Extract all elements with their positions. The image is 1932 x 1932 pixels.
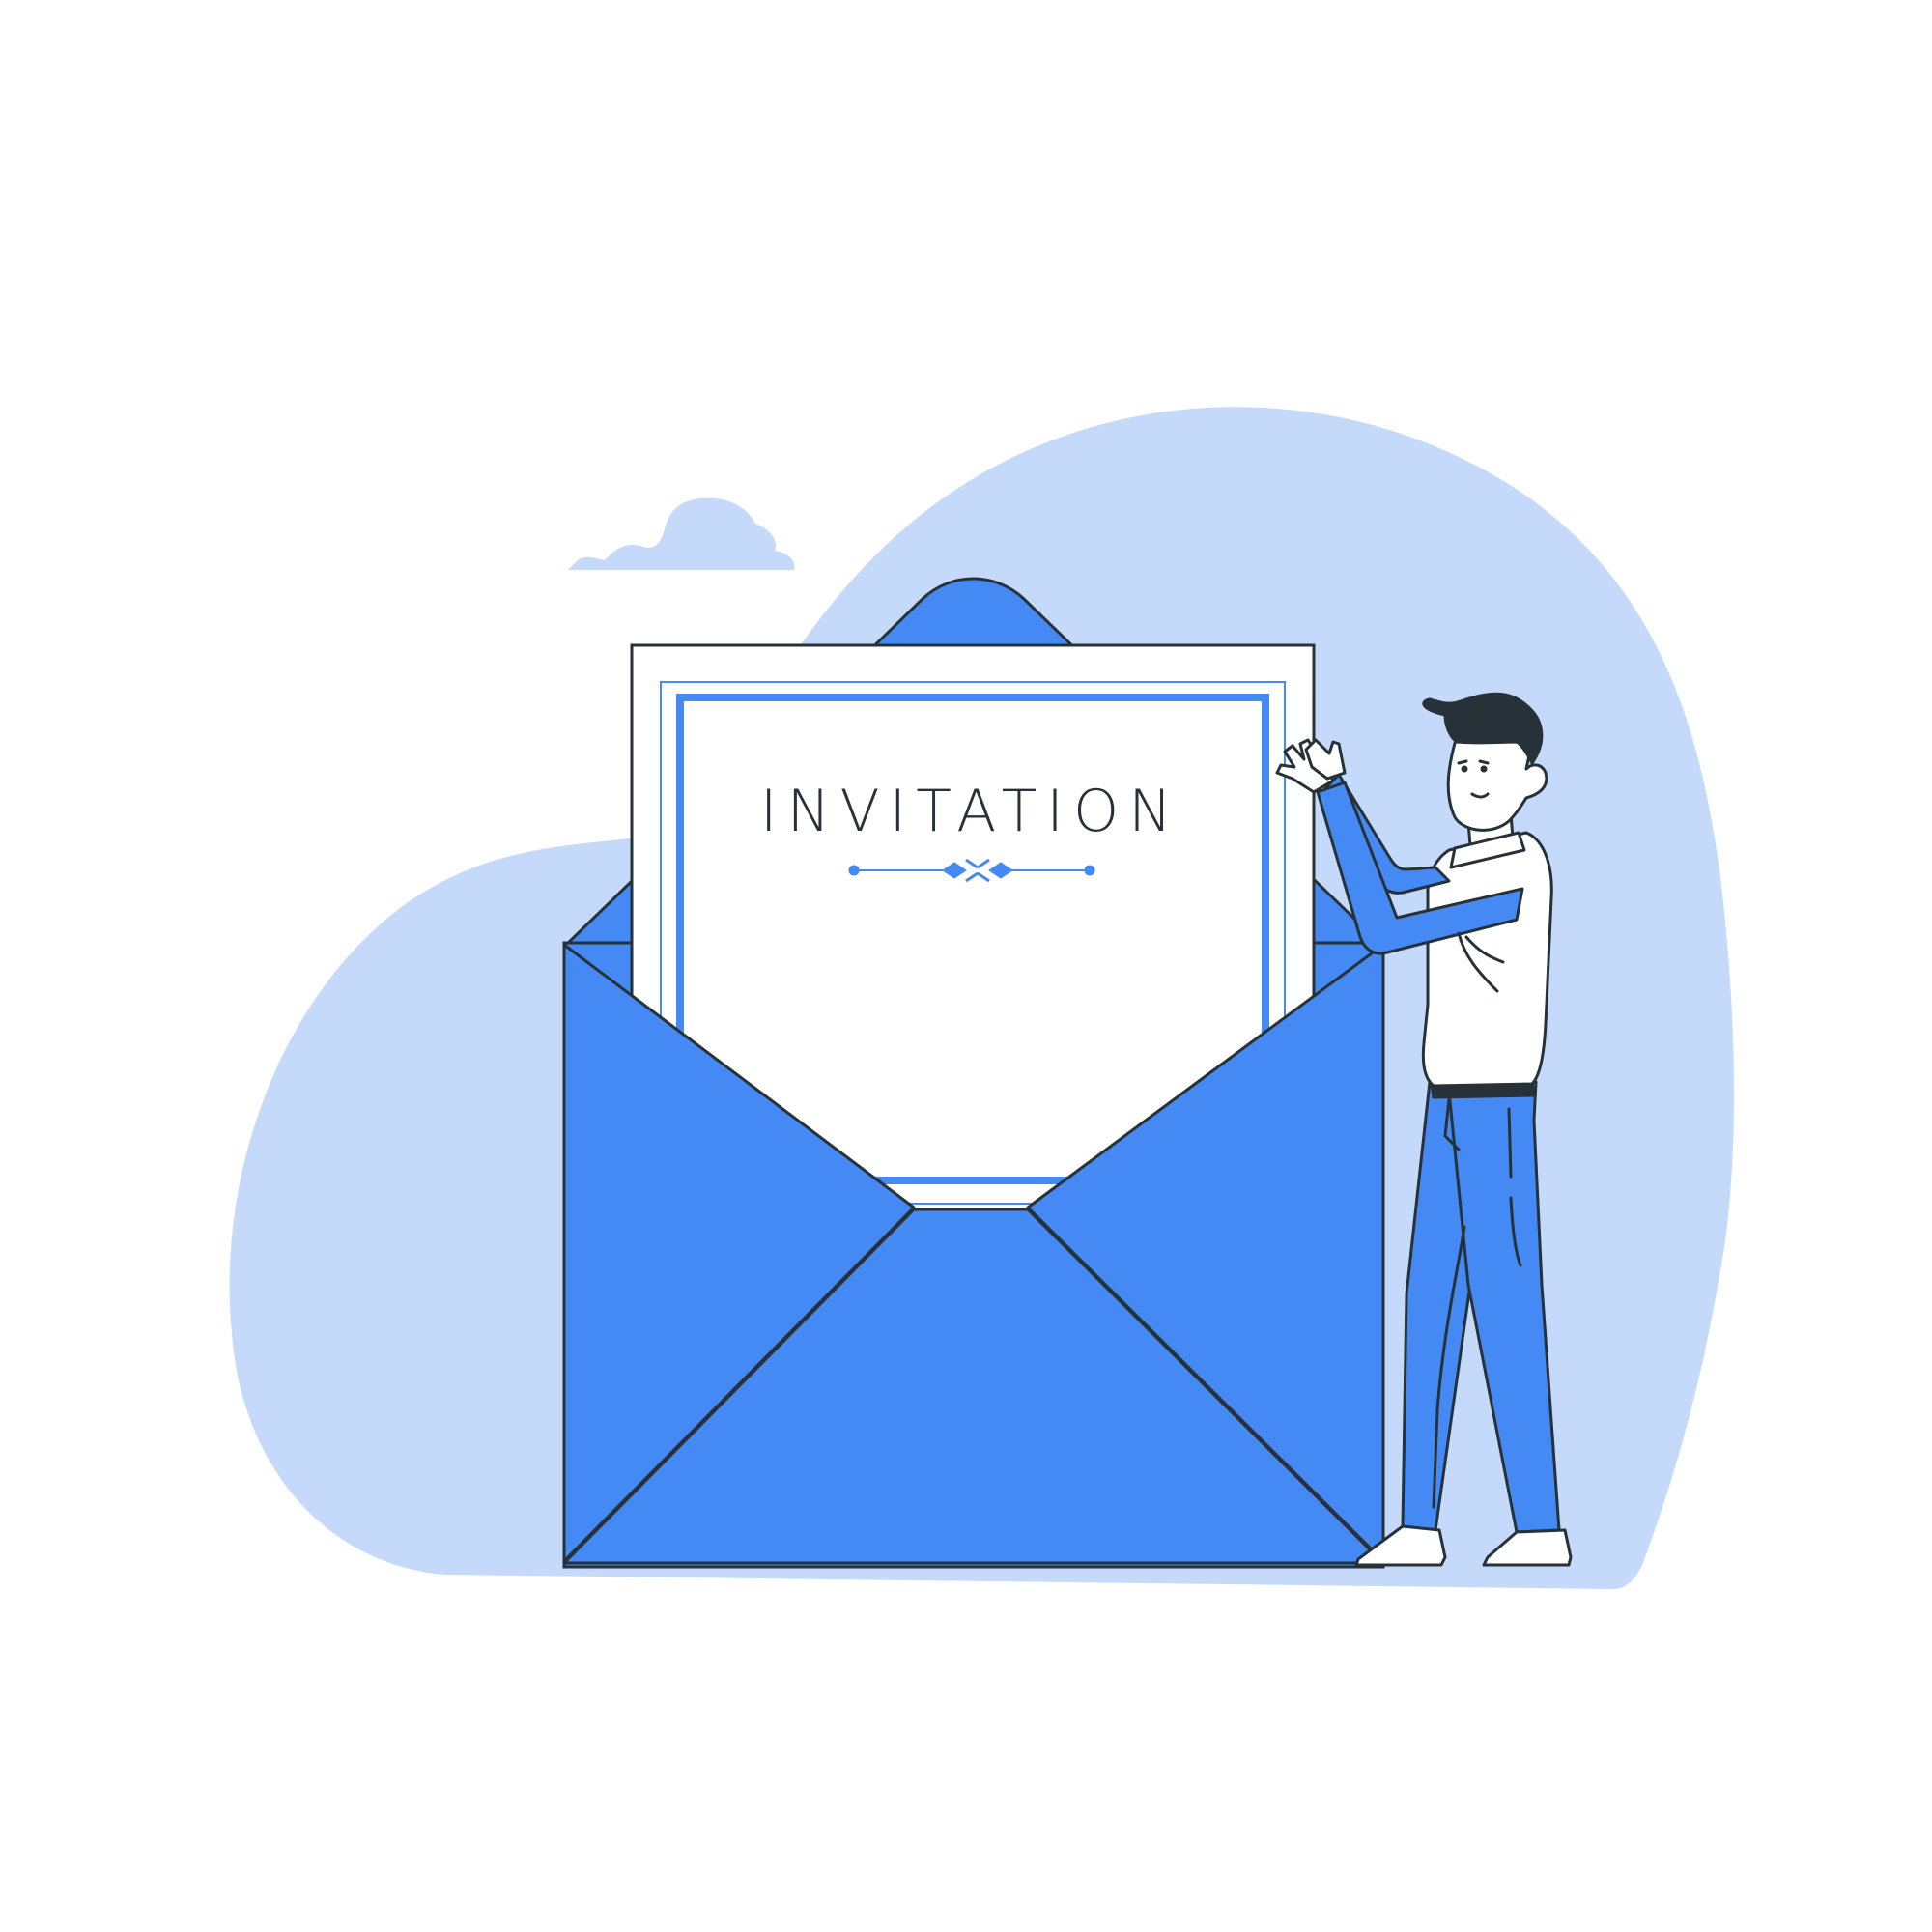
person-eye-dot-left <box>1461 765 1468 773</box>
person-shirt <box>1421 831 1553 1088</box>
illustration-stage: INVITATION <box>0 0 1932 1932</box>
person-trouser-crease <box>1507 1107 1513 1179</box>
person-eye-dot-right <box>1480 765 1488 773</box>
person-eye-right <box>1478 759 1490 765</box>
person-eye-left <box>1457 759 1468 765</box>
card-title: INVITATION <box>760 778 1181 845</box>
invitation-illustration: INVITATION <box>229 407 1734 1589</box>
cloud-left-icon <box>568 497 795 570</box>
